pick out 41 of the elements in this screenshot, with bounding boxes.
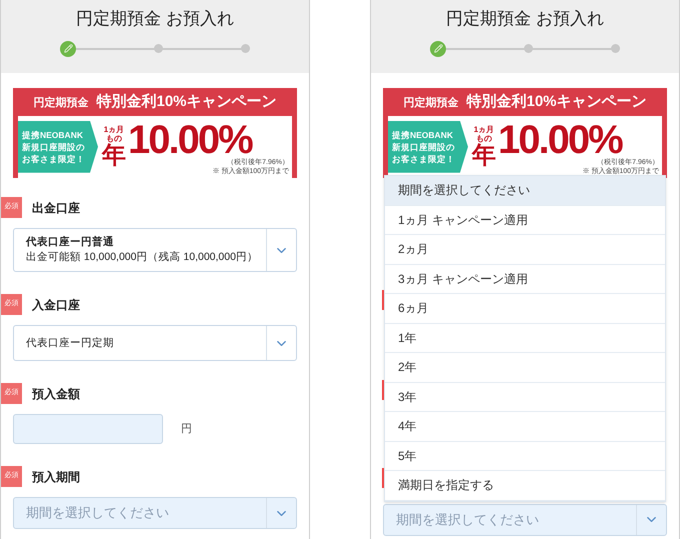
dropdown-option[interactable]: 4年 (385, 412, 665, 442)
dropdown-option[interactable]: 満期日を指定する (385, 471, 665, 500)
badge-edge (382, 468, 384, 488)
term-text: もの (476, 134, 492, 143)
dropdown-option[interactable]: 3年 (385, 382, 665, 412)
select-field[interactable]: 代表口座ー円普通 出金可能額 10,000,000円（残高 10,000,000円） (13, 228, 297, 272)
banner-product: 円定期預金 (403, 96, 458, 111)
dropdown-option[interactable]: 1年 (385, 324, 665, 353)
term-text: もの (106, 134, 122, 143)
selected-account: 代表口座ー円定期 (26, 336, 115, 350)
page-title: 円定期預金 お預入れ (76, 8, 234, 30)
term-text: 1ヵ月 (104, 124, 124, 134)
amount-input-field[interactable] (13, 414, 163, 444)
field-label: 預入金額 (32, 386, 80, 402)
select-placeholder: 期間を選択してください (396, 510, 540, 529)
dropdown-option[interactable]: 3ヵ月 キャンペーン適用 (385, 264, 665, 294)
dropdown-option[interactable]: 2ヵ月 (385, 235, 665, 264)
field-label: 入金口座 (32, 296, 80, 314)
target-label: 提携NEOBANK 新規口座開設の お客さま限定！ (388, 120, 468, 173)
dropdown-option[interactable]: 2年 (385, 353, 665, 382)
dropdown-option[interactable]: 5年 (385, 442, 665, 471)
dropdown-option[interactable]: 1ヵ月 キャンペーン適用 (385, 206, 665, 235)
year-text: 年 (472, 142, 496, 169)
term-text: 1ヵ月 (474, 124, 494, 134)
target-label: 提携NEOBANK 新規口座開設の お客さま限定！ (18, 120, 98, 173)
dropdown-option[interactable]: 期間を選択してください (385, 176, 665, 206)
badge-edge (382, 380, 384, 400)
available-balance: 出金可能額 10,000,000円（残高 10,000,000円） (26, 250, 259, 265)
currency-unit: 円 (181, 422, 192, 437)
select-placeholder: 期間を選択してください (26, 504, 170, 522)
field-label: 出金口座 (32, 200, 80, 216)
select-field[interactable]: 代表口座ー円定期 (13, 325, 297, 361)
page-title: 円定期預金 お預入れ (446, 8, 604, 30)
dropdown-option[interactable]: 6ヵ月 (385, 294, 665, 324)
badge-edge (382, 290, 384, 310)
banner-headline: 特別金利10%キャンペーン (96, 92, 277, 112)
selected-account: 代表口座ー円普通 (26, 235, 115, 250)
banner-product: 円定期預金 (33, 96, 88, 111)
year-text: 年 (102, 142, 126, 169)
banner-headline: 特別金利10%キャンペーン (466, 92, 647, 112)
field-label: 預入期間 (32, 468, 80, 486)
